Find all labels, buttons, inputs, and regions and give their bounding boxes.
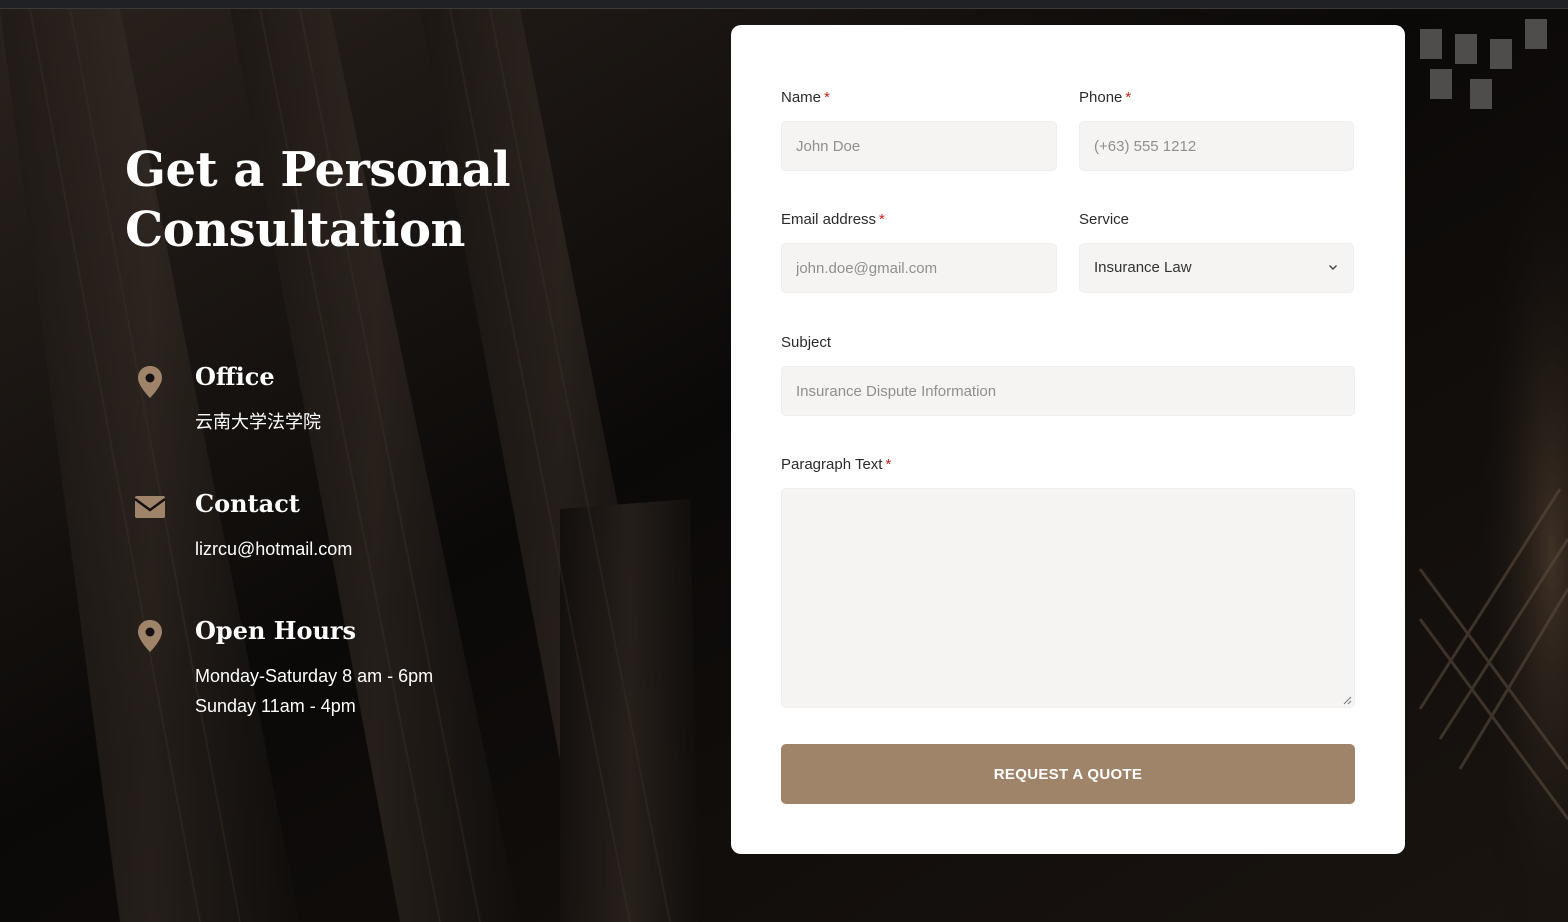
consultation-form-card: Name* Phone* Email address* Service Insu… (731, 25, 1405, 854)
phone-field-group: Phone * (1079, 88, 1354, 171)
service-field-group: Service Insurance Law (1079, 210, 1354, 293)
required-marker: * (1125, 89, 1132, 106)
name-label: Name * (781, 89, 830, 106)
office-address-line: 云南大学法学院 (195, 412, 321, 432)
request-quote-button[interactable]: REQUEST A QUOTE (781, 744, 1355, 804)
email-field-group: Email address * (781, 210, 1057, 293)
envelope-icon (134, 496, 166, 518)
info-title-office: Office (195, 362, 275, 391)
heading-line-2: Consultation (125, 202, 465, 258)
info-title-contact: Contact (195, 489, 300, 518)
open-hours-text: Monday-Saturday 8 am - 6pm Sunday 11am -… (195, 661, 433, 721)
subject-field-group: Subject (781, 333, 1355, 416)
paragraph-textarea[interactable] (781, 488, 1355, 708)
required-marker: * (879, 211, 885, 228)
email-label: Email address * (781, 211, 885, 228)
phone-input[interactable] (1079, 121, 1354, 171)
contact-email-line[interactable]: lizrcu@hotmail.com (195, 534, 352, 564)
info-title-open-hours: Open Hours (195, 616, 357, 645)
paragraph-label: Paragraph Text * (781, 456, 892, 473)
phone-label: Phone * (1079, 89, 1132, 106)
contact-email[interactable]: lizrcu@hotmail.com (195, 534, 352, 564)
open-hours-sunday: Sunday 11am - 4pm (195, 696, 356, 716)
name-field-group: Name * (781, 88, 1057, 171)
heading-line-1: Get a Personal (125, 142, 511, 198)
office-address: 云南大学法学院 (195, 407, 321, 437)
required-marker: * (824, 89, 830, 106)
subject-input[interactable] (781, 366, 1355, 416)
service-label: Service (1079, 211, 1130, 228)
map-pin-icon (138, 366, 162, 398)
service-select[interactable]: Insurance Law (1079, 243, 1354, 293)
resize-grip-icon[interactable] (1342, 695, 1352, 705)
open-hours-weekday: Monday-Saturday 8 am - 6pm (195, 666, 434, 686)
chevron-down-icon (1329, 265, 1337, 270)
service-selected-value: Insurance Law (1094, 259, 1192, 276)
required-marker: * (885, 456, 892, 473)
name-input[interactable] (781, 121, 1057, 171)
page-heading: Get a Personal Consultation (125, 140, 645, 260)
paragraph-field-group: Paragraph Text * (781, 455, 1355, 708)
subject-label: Subject (781, 334, 832, 351)
email-input[interactable] (781, 243, 1057, 293)
browser-top-bar (0, 0, 1568, 9)
map-pin-icon (138, 620, 162, 652)
